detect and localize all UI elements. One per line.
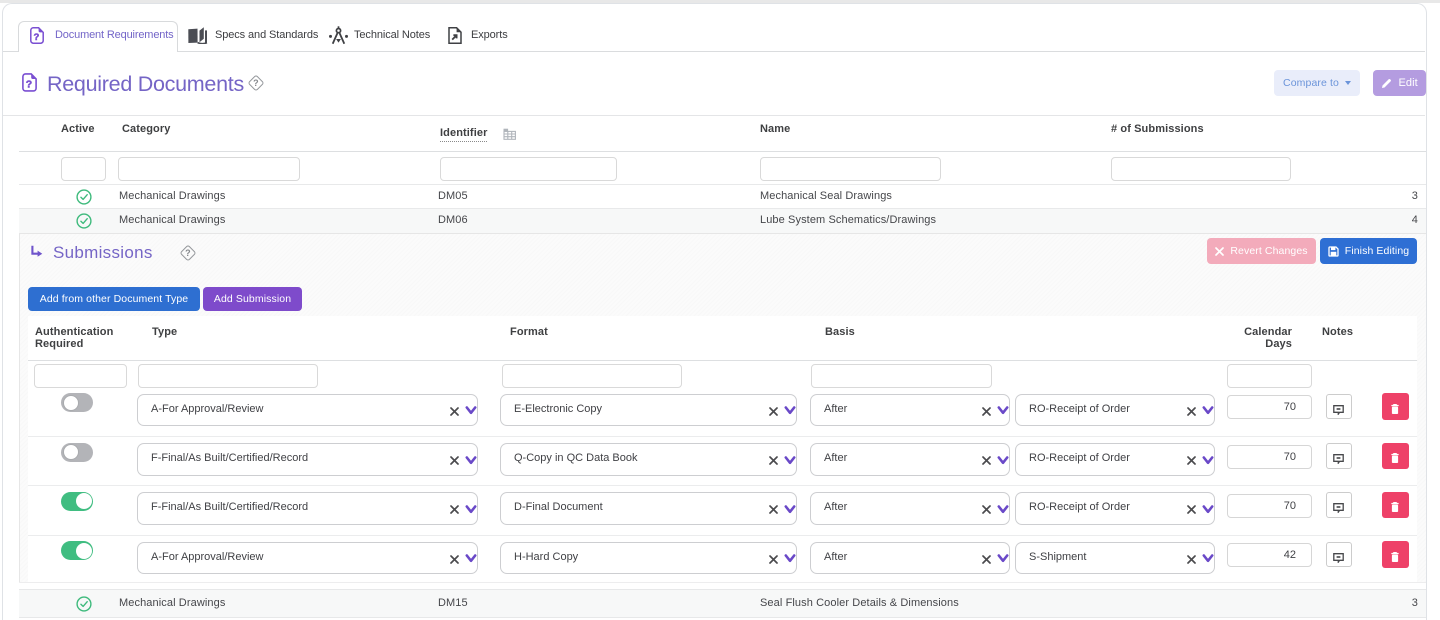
svg-text:?: ? [33, 32, 39, 43]
svg-text:?: ? [26, 79, 32, 91]
